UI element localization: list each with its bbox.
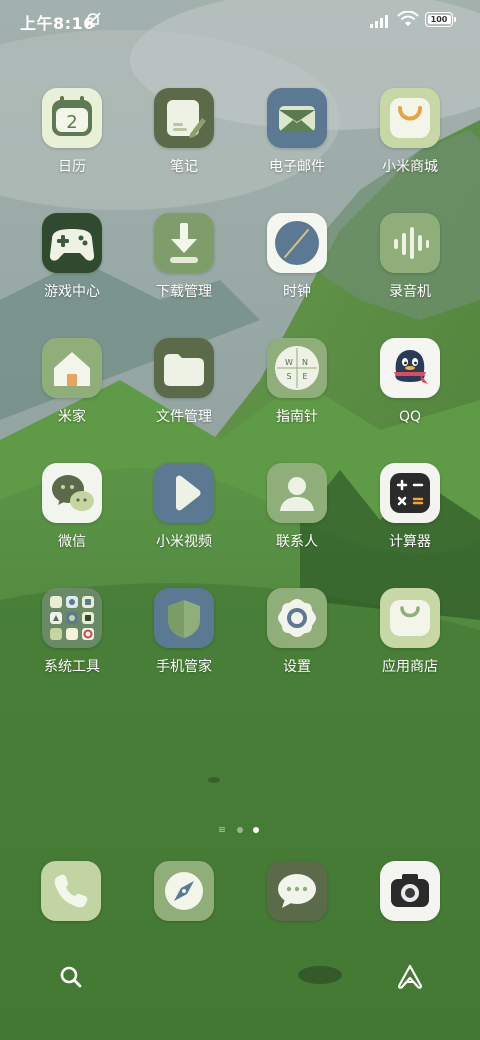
app-label: 时钟 xyxy=(283,284,311,300)
wechat-icon xyxy=(42,463,102,523)
calculator-icon xyxy=(380,463,440,523)
status-bar: 上午8:16 100 xyxy=(0,0,480,40)
calendar-icon: 2 xyxy=(42,88,102,148)
assistant-button[interactable] xyxy=(394,961,426,993)
dock-messages[interactable] xyxy=(267,861,327,921)
app-calculator[interactable]: 计算器 xyxy=(360,463,460,573)
dock-browser[interactable] xyxy=(154,861,214,921)
app-contacts[interactable]: 联系人 xyxy=(247,463,347,573)
app-label: 设置 xyxy=(283,659,311,675)
app-label: 录音机 xyxy=(389,284,431,300)
svg-text:W: W xyxy=(285,358,293,367)
app-label: 米家 xyxy=(58,409,86,425)
browser-compass-icon xyxy=(154,861,214,921)
mi-store-icon xyxy=(380,88,440,148)
search-icon xyxy=(60,966,82,988)
app-label: 笔记 xyxy=(170,159,198,175)
app-notes[interactable]: 笔记 xyxy=(134,88,234,198)
svg-text:S: S xyxy=(286,372,291,381)
messages-icon xyxy=(267,861,327,921)
app-label: 日历 xyxy=(58,159,86,175)
page-dot-active xyxy=(253,827,259,833)
app-label: 游戏中心 xyxy=(44,284,100,300)
app-settings[interactable]: 设置 xyxy=(247,588,347,698)
mail-icon xyxy=(267,88,327,148)
app-recorder[interactable]: 录音机 xyxy=(360,213,460,323)
phone-icon xyxy=(41,861,101,921)
app-label: 文件管理 xyxy=(156,409,212,425)
app-qq[interactable]: QQ xyxy=(360,338,460,448)
gamepad-icon xyxy=(42,213,102,273)
app-mi-video[interactable]: 小米视频 xyxy=(134,463,234,573)
home-icon xyxy=(42,338,102,398)
app-store-icon xyxy=(380,588,440,648)
folder-icon xyxy=(154,338,214,398)
dock-camera[interactable] xyxy=(380,861,440,921)
wifi-icon xyxy=(397,10,419,27)
app-label: QQ xyxy=(398,409,422,425)
app-label: 系统工具 xyxy=(44,659,100,675)
app-label: 小米视频 xyxy=(156,534,212,550)
page-indicator[interactable] xyxy=(216,826,266,834)
battery-level: 100 xyxy=(427,14,451,24)
bell-off-icon xyxy=(84,11,102,29)
app-label: 电子邮件 xyxy=(269,159,325,175)
app-label: 计算器 xyxy=(389,534,431,550)
settings-gear-icon xyxy=(267,588,327,648)
app-wechat[interactable]: 微信 xyxy=(22,463,122,573)
svg-text:N: N xyxy=(302,358,308,367)
assistant-icon xyxy=(397,964,423,989)
app-label: 指南针 xyxy=(276,409,318,425)
page-dot xyxy=(237,827,243,833)
app-clock[interactable]: 时钟 xyxy=(247,213,347,323)
search-button[interactable] xyxy=(55,961,87,993)
calendar-day: 2 xyxy=(66,112,77,133)
app-security[interactable]: 手机管家 xyxy=(134,588,234,698)
svg-text:E: E xyxy=(302,372,307,381)
notes-icon xyxy=(154,88,214,148)
app-label: 联系人 xyxy=(276,534,318,550)
recorder-icon xyxy=(380,213,440,273)
page-indicator-list-icon xyxy=(219,827,225,832)
app-label: 应用商店 xyxy=(382,659,438,675)
compass-dial-icon: WN S E xyxy=(267,338,327,398)
battery-icon: 100 xyxy=(425,12,456,27)
app-label: 下载管理 xyxy=(156,284,212,300)
app-mi-store[interactable]: 小米商城 xyxy=(360,88,460,198)
clock-icon xyxy=(267,213,327,273)
app-calendar[interactable]: 2 日历 xyxy=(22,88,122,198)
download-icon xyxy=(154,213,214,273)
camera-icon xyxy=(380,861,440,921)
dock-phone[interactable] xyxy=(41,861,101,921)
video-play-icon xyxy=(154,463,214,523)
app-label: 微信 xyxy=(58,534,86,550)
app-email[interactable]: 电子邮件 xyxy=(247,88,347,198)
app-compass[interactable]: WN S E 指南针 xyxy=(247,338,347,448)
app-download-manager[interactable]: 下载管理 xyxy=(134,213,234,323)
qq-penguin-icon xyxy=(380,338,440,398)
signal-icon xyxy=(370,13,392,28)
app-mijia[interactable]: 米家 xyxy=(22,338,122,448)
shield-icon xyxy=(154,588,214,648)
app-game-center[interactable]: 游戏中心 xyxy=(22,213,122,323)
app-system-tools-folder[interactable]: 系统工具 xyxy=(22,588,122,698)
app-file-manager[interactable]: 文件管理 xyxy=(134,338,234,448)
app-label: 手机管家 xyxy=(156,659,212,675)
app-app-store[interactable]: 应用商店 xyxy=(360,588,460,698)
contacts-icon xyxy=(267,463,327,523)
folder-grid-icon xyxy=(42,588,102,648)
app-label: 小米商城 xyxy=(382,159,438,175)
